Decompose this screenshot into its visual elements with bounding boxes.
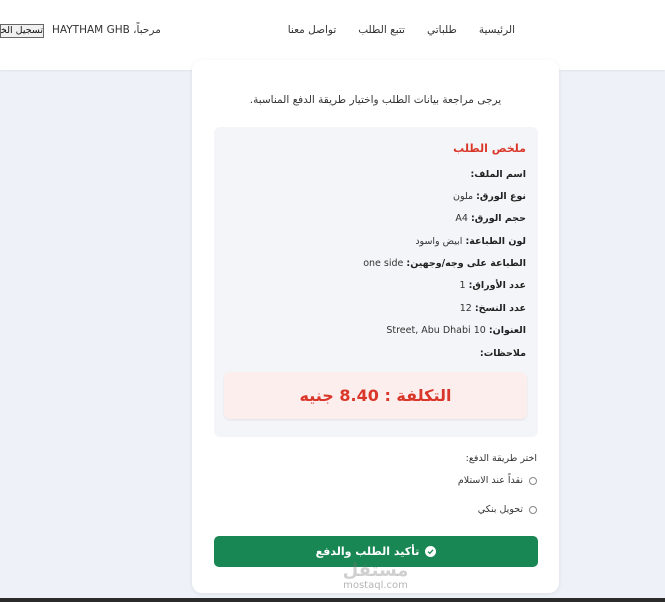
radio-button[interactable]: [529, 476, 537, 485]
row-value: ملون: [452, 191, 474, 202]
row-label: عدد الأوراق:: [468, 280, 526, 291]
payment-option-label: تحويل بنكي: [477, 504, 523, 515]
summary-row-notes: ملاحظات:: [480, 348, 526, 359]
check-circle-icon: [425, 546, 437, 557]
payment-option-cash[interactable]: نقداً عند الاستلام: [458, 475, 537, 486]
row-label: حجم الورق:: [471, 213, 526, 224]
watermark-url: mostaql.com: [343, 580, 408, 591]
summary-row-file-name: اسم الملف:: [470, 169, 526, 180]
user-greeting: مرحباً، HAYTHAM GHB: [52, 24, 161, 36]
summary-row-print-color: لون الطباعة: ابيض واسود: [415, 236, 526, 247]
row-value: 1: [459, 280, 466, 291]
confirm-order-label: تأكيد الطلب والدفع: [315, 545, 420, 558]
summary-row-sheet-count: عدد الأوراق: 1: [460, 280, 527, 291]
row-label: نوع الورق:: [476, 191, 526, 202]
row-value: 10 Street, Abu Dhabi: [386, 325, 486, 336]
radio-button[interactable]: [529, 505, 537, 514]
payment-method-label: اختر طريقة الدفع:: [465, 453, 537, 464]
row-label: الطباعة على وجه/وجهين:: [406, 258, 526, 269]
nav-contact[interactable]: تواصل معنا: [288, 24, 337, 36]
row-label: لون الطباعة:: [465, 236, 526, 247]
nav-my-orders[interactable]: طلباتي: [427, 24, 457, 36]
row-value: ابيض واسود: [415, 236, 463, 247]
order-summary: ملخص الطلب اسم الملف: نوع الورق: ملون حج…: [214, 127, 538, 437]
summary-row-paper-type: نوع الورق: ملون: [453, 191, 526, 202]
watermark: مستقل mostaql.com: [192, 560, 559, 592]
payment-option-label: نقداً عند الاستلام: [457, 475, 523, 486]
summary-row-address: العنوان: 10 Street, Abu Dhabi: [386, 325, 526, 336]
summary-title: ملخص الطلب: [453, 142, 526, 155]
row-label: العنوان:: [488, 325, 526, 336]
order-review-card: يرجى مراجعة بيانات الطلب واختيار طريقة ا…: [192, 60, 559, 593]
payment-option-bank-transfer[interactable]: تحويل بنكي: [478, 504, 537, 515]
watermark-arabic: مستقل: [342, 560, 409, 581]
total-cost: التكلفة : 8.40 جنيه: [224, 372, 527, 419]
summary-row-copies: عدد النسخ: 12: [460, 303, 526, 314]
row-value: A4: [455, 213, 468, 224]
row-value: 12: [459, 303, 472, 314]
main-nav: الرئيسية طلباتي تتبع الطلب تواصل معنا: [288, 24, 515, 36]
row-label: ملاحظات:: [479, 348, 526, 359]
row-label: اسم الملف:: [470, 169, 526, 180]
nav-home[interactable]: الرئيسية: [479, 24, 515, 36]
page-subtitle: يرجى مراجعة بيانات الطلب واختيار طريقة ا…: [249, 94, 502, 106]
row-value: one side: [363, 258, 404, 269]
taskbar-strip: [0, 598, 665, 602]
summary-row-paper-size: حجم الورق: A4: [455, 213, 526, 224]
row-label: عدد النسخ:: [474, 303, 526, 314]
nav-track-order[interactable]: تتبع الطلب: [358, 24, 405, 36]
logout-button[interactable]: تسجيل الخروج: [0, 24, 44, 38]
summary-row-sides: الطباعة على وجه/وجهين: one side: [363, 258, 526, 269]
